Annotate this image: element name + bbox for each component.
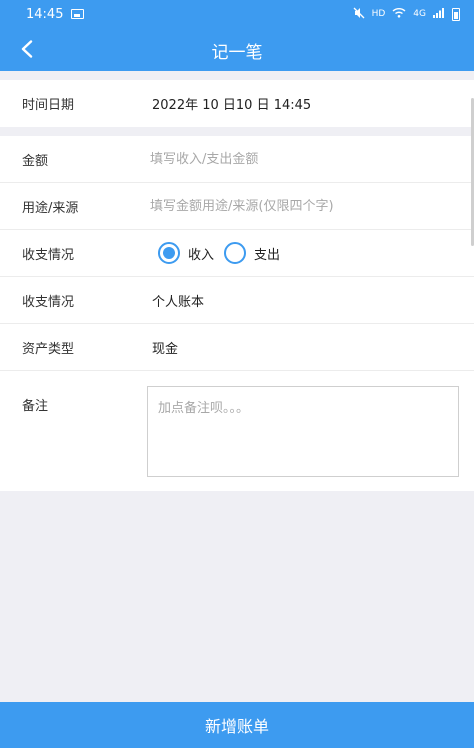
signal-icon	[433, 7, 445, 21]
amount-row: 金额	[0, 136, 474, 183]
status-bar: 14:45 HD 4G	[0, 0, 474, 28]
datetime-label: 时间日期	[22, 98, 75, 113]
account-row[interactable]: 收支情况 个人账本	[0, 277, 474, 324]
purpose-label: 用途/来源	[22, 200, 79, 216]
status-bar-left: 14:45	[26, 6, 85, 22]
type-row: 收支情况 收入 支出	[0, 230, 474, 277]
mute-icon	[353, 7, 365, 22]
purpose-input[interactable]	[150, 191, 450, 221]
wifi-icon	[392, 7, 406, 21]
notes-row: 备注	[0, 371, 474, 491]
signal-label: 4G	[413, 9, 426, 19]
battery-icon	[452, 7, 460, 21]
asset-value[interactable]: 现金	[152, 338, 178, 357]
network-label: HD	[371, 9, 386, 19]
asset-label: 资产类型	[22, 341, 75, 357]
radio-unchecked-icon	[224, 242, 247, 264]
type-label: 收支情况	[22, 247, 75, 263]
amount-input[interactable]	[150, 144, 450, 174]
add-bill-button[interactable]: 新增账单	[0, 702, 474, 748]
radio-checked-icon	[158, 242, 180, 264]
purpose-row: 用途/来源	[0, 183, 474, 230]
type-radio-group: 收入 支出	[158, 242, 280, 264]
account-label: 收支情况	[22, 294, 75, 310]
asset-row[interactable]: 资产类型 现金	[0, 324, 474, 371]
income-label: 收入	[188, 247, 215, 263]
notes-textarea[interactable]	[147, 386, 459, 477]
expense-radio[interactable]: 支出	[224, 242, 280, 264]
account-value[interactable]: 个人账本	[152, 291, 204, 310]
datetime-row[interactable]: 时间日期 2022年 10 日10 日 14:45	[0, 80, 474, 127]
status-bar-right: HD 4G	[353, 7, 460, 22]
form-section: 金额 用途/来源 收支情况 收入 支出 收支情况 个人账本	[0, 136, 474, 491]
notes-label: 备注	[22, 399, 49, 414]
expense-label: 支出	[254, 247, 281, 263]
page-title: 记一笔	[211, 43, 263, 63]
datetime-value[interactable]: 2022年 10 日10 日 14:45	[152, 94, 311, 113]
datetime-section: 时间日期 2022年 10 日10 日 14:45	[0, 80, 474, 127]
app-screen: 14:45 HD 4G 记一笔 时间日期 2022年 10 日10 日 14:4…	[0, 0, 474, 748]
income-radio[interactable]: 收入	[158, 242, 214, 264]
image-notification-icon	[71, 9, 85, 19]
amount-label: 金额	[22, 153, 49, 169]
status-time: 14:45	[26, 6, 64, 22]
title-bar: 记一笔	[0, 28, 474, 71]
